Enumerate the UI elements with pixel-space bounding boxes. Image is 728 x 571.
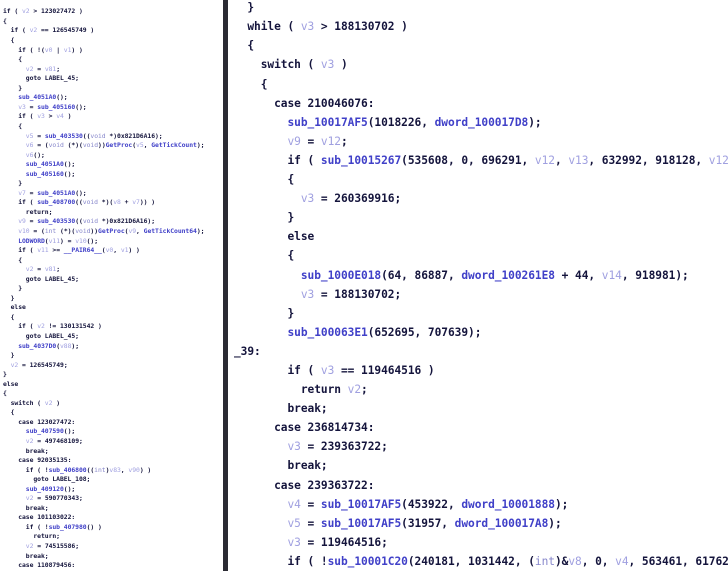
code-line: { — [3, 408, 15, 417]
code-line: goto LABEL_45; — [3, 74, 79, 83]
decompiler-split-view: if ( v2 > 123027472 ){ if ( v2 == 126545… — [0, 0, 728, 571]
code-line: { — [234, 249, 295, 263]
code-line: if ( !(v0 | v1) ) — [3, 45, 83, 54]
code-line: { — [3, 121, 22, 130]
code-line: v5 = sub_10017AF5(31957, dword_100017A8)… — [287, 516, 562, 530]
code-line: v2 = v81; — [25, 64, 61, 73]
code-line: } — [3, 284, 22, 293]
code-line: break; — [234, 402, 328, 416]
code-line: case 101103022: — [3, 513, 76, 522]
code-line: } — [3, 83, 22, 92]
code-line: switch ( v3 ) — [234, 58, 348, 72]
code-line: sub_1000E018(64, 86887, dword_100261E8 +… — [300, 268, 689, 282]
code-line: { — [3, 389, 7, 398]
code-line: v6(); — [25, 150, 45, 159]
code-line: } — [234, 1, 255, 15]
code-line: v10 = (int (*)(void))GetProc(v9, GetTick… — [18, 226, 205, 235]
code-line: sub_4051A0(); — [18, 93, 68, 102]
code-line: } — [3, 179, 22, 188]
code-line: { — [3, 55, 22, 64]
code-line: v2 = 497468109; — [25, 437, 83, 445]
code-line: break; — [3, 446, 49, 455]
code-line: v2 = v81; — [25, 265, 61, 274]
code-line: sub_100063E1(652695, 707639); — [287, 325, 482, 339]
code-line: if ( v2 != 130131542 ) — [3, 322, 102, 331]
code-line: if ( v11 >= __PAIR64__(v0, v1) ) — [3, 246, 140, 255]
right-pseudocode-text[interactable]: } while ( v3 > 188130702 ) { switch ( v3… — [234, 0, 728, 571]
code-line: break; — [3, 551, 49, 560]
code-line: { — [3, 36, 15, 45]
code-line: sub_10017AF5(1018226, dword_100017D8); — [287, 115, 542, 129]
code-line: } — [234, 306, 295, 320]
code-line: while ( v3 > 188130702 ) — [234, 20, 408, 34]
code-line: case 239363722: — [234, 478, 375, 492]
code-line: } — [234, 211, 295, 225]
code-line: v7 = sub_4051A0(); — [18, 188, 87, 197]
code-line: { — [234, 77, 268, 91]
code-line: v3 = 239363722; — [287, 440, 388, 454]
code-line: return; — [3, 207, 53, 216]
code-line: break; — [234, 459, 328, 473]
code-line: sub_405160(); — [25, 169, 76, 178]
code-line: case 110879456: — [3, 561, 76, 570]
code-line: case 210046076: — [234, 96, 375, 110]
code-line: } — [3, 293, 15, 302]
code-line: goto LABEL_108; — [3, 475, 91, 484]
code-line: v4 = sub_10017AF5(453922, dword_10001888… — [287, 497, 569, 511]
code-line: else — [3, 303, 26, 312]
code-line: v5 = sub_403530((void *)0x821D6A16); — [25, 131, 163, 140]
code-line: else — [3, 379, 19, 388]
code-line: case 92035135: — [3, 456, 72, 465]
code-line: sub_407590(); — [25, 427, 76, 436]
code-line: v3 = 119464516; — [287, 535, 388, 549]
code-line: if ( v3 > v4 ) — [3, 112, 72, 121]
right-pseudocode-pane[interactable]: } while ( v3 > 188130702 ) { switch ( v3… — [228, 0, 728, 571]
code-line: { — [3, 16, 7, 25]
code-line: if ( v3 == 119464516 ) — [234, 363, 435, 377]
code-line: if ( sub_10015267(535608, 0, 696291, v12… — [234, 153, 728, 167]
code-line: if ( !sub_406800((int)v83, v90) ) — [3, 465, 152, 474]
code-line: return v2; — [234, 383, 368, 397]
code-line: { — [234, 173, 295, 187]
code-line: v3 = 188130702; — [300, 287, 402, 301]
code-line: sub_4051A0(); — [25, 160, 76, 169]
code-line: else — [234, 230, 315, 244]
code-line: return; — [3, 532, 60, 541]
code-line: if ( v2 > 123027472 ) — [3, 7, 83, 16]
code-line: { — [234, 39, 255, 53]
code-line: if ( v2 == 126545749 ) — [3, 26, 95, 35]
code-line: if ( !sub_407980() ) — [3, 522, 102, 531]
code-line: v3 = 260369916; — [300, 192, 402, 206]
code-line: case 123027472: — [3, 417, 76, 426]
code-line: switch ( v2 ) — [3, 398, 60, 407]
code-line: sub_409120(); — [25, 484, 76, 493]
code-line: if ( sub_408700((void *)(v8 + v7)) ) — [3, 198, 156, 207]
code-line: if ( !sub_10001C20(240181, 1031442, (int… — [234, 554, 728, 568]
code-line: sub_4037D0(v88); — [18, 341, 80, 350]
code-line: v2 = 126545749; — [10, 360, 68, 369]
code-line: goto LABEL_45; — [3, 331, 79, 340]
code-line: goto LABEL_45; — [3, 274, 79, 283]
code-line: { — [3, 312, 15, 321]
code-line: v2 = 74515586; — [25, 542, 80, 551]
code-line: _39: — [234, 344, 261, 358]
code-line: v3 = sub_405160(); — [18, 102, 87, 111]
code-line: LODWORD(v11) = v10(); — [18, 236, 99, 245]
left-pseudocode-text[interactable]: if ( v2 > 123027472 ){ if ( v2 == 126545… — [3, 7, 204, 571]
code-line: break; — [3, 503, 49, 512]
code-line: v6 = (void (*)(void))GetProc(v5, GetTick… — [25, 141, 205, 150]
code-line: { — [3, 255, 22, 264]
code-line: } — [3, 370, 7, 379]
code-line: case 236814734: — [234, 421, 375, 435]
code-line: v9 = v12; — [287, 134, 348, 148]
code-line: } — [3, 351, 15, 360]
left-pseudocode-pane[interactable]: if ( v2 > 123027472 ){ if ( v2 == 126545… — [0, 0, 223, 571]
code-line: v9 = sub_403530((void *)0x821D6A16); — [18, 217, 156, 226]
code-line: v2 = 590770343; — [25, 494, 83, 503]
